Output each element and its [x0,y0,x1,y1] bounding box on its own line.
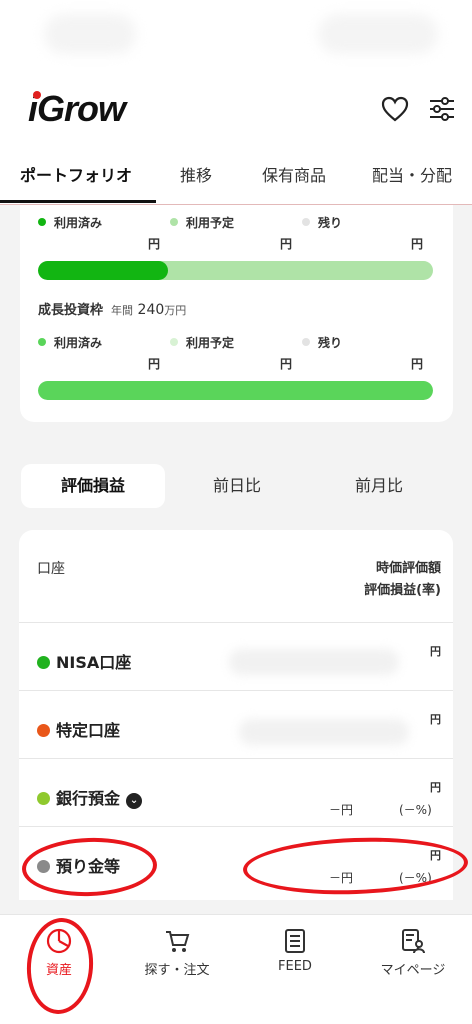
nisa-usage-card: 利用済み 利用予定 残り 円 円 円 成長投資枠 年間 240万円 利用済み 利用… [20,205,453,422]
nav-mypage[interactable]: マイページ [354,927,472,978]
usage-progress-fill [38,261,169,280]
remaining-amount: 円 [411,237,424,251]
growth-legend-planned: 利用予定 [170,334,234,351]
active-tab-indicator [0,200,156,203]
legend-planned: 利用予定 [170,214,234,231]
chevron-down-icon[interactable]: ⌄ [126,793,143,809]
tab-holdings[interactable]: 保有商品 [262,162,326,186]
tokutei-dot [37,724,50,737]
segment-month-change[interactable]: 前月比 [307,464,451,508]
cart-icon [166,931,190,952]
hidden-value [229,649,399,675]
growth-frame-title: 成長投資枠 年間 240万円 [38,302,187,318]
legend-used: 利用済み [38,214,102,231]
news-document-icon [285,929,305,953]
used-amount: 円 [148,237,161,251]
nisa-dot [37,656,50,669]
status-bar-left [44,14,136,54]
growth-legend-used: 利用済み [38,334,102,351]
planned-amount: 円 [280,237,293,251]
growth-used-amount: 円 [148,357,161,371]
nav-feed[interactable]: FEED [236,927,354,974]
row-bank-deposit[interactable]: 銀行預金 ⌄ 円 －円 (－%) [19,758,453,826]
header-area: iGrow ポートフォリオ 推移 保有商品 配当・分配 [0,0,472,205]
row-tokutei[interactable]: 特定口座 円 [19,690,453,758]
segment-valuation-pl[interactable]: 評価損益 [21,464,165,508]
growth-legend-remaining: 残り [302,334,342,351]
row-nisa[interactable]: NISA口座 円 [19,622,453,690]
usage-progress-bar [38,261,433,280]
growth-planned-amount: 円 [280,357,293,371]
header-account: 口座 [37,561,65,577]
app-logo: iGrow [28,88,126,129]
bank-dot [37,792,50,805]
tab-dividends[interactable]: 配当・分配 [372,162,452,186]
hidden-value [239,719,409,745]
logo-dot-icon [33,91,41,99]
status-bar-right [318,14,438,54]
nav-search-order[interactable]: 探す・注文 [118,927,236,978]
favorite-heart-icon[interactable] [380,94,410,124]
tab-bar: ポートフォリオ 推移 保有商品 配当・分配 [0,150,472,205]
tab-history[interactable]: 推移 [180,162,212,186]
header-values: 時価評価額 評価損益(率) [364,561,441,598]
growth-progress-bar [38,381,433,400]
legend-remaining: 残り [302,214,342,231]
profile-document-icon [402,929,425,954]
settings-sliders-icon[interactable] [427,94,457,124]
growth-remaining-amount: 円 [411,357,424,371]
growth-progress-fill [38,381,433,400]
tab-portfolio[interactable]: ポートフォリオ [20,162,132,186]
segment-day-change[interactable]: 前日比 [165,464,309,508]
